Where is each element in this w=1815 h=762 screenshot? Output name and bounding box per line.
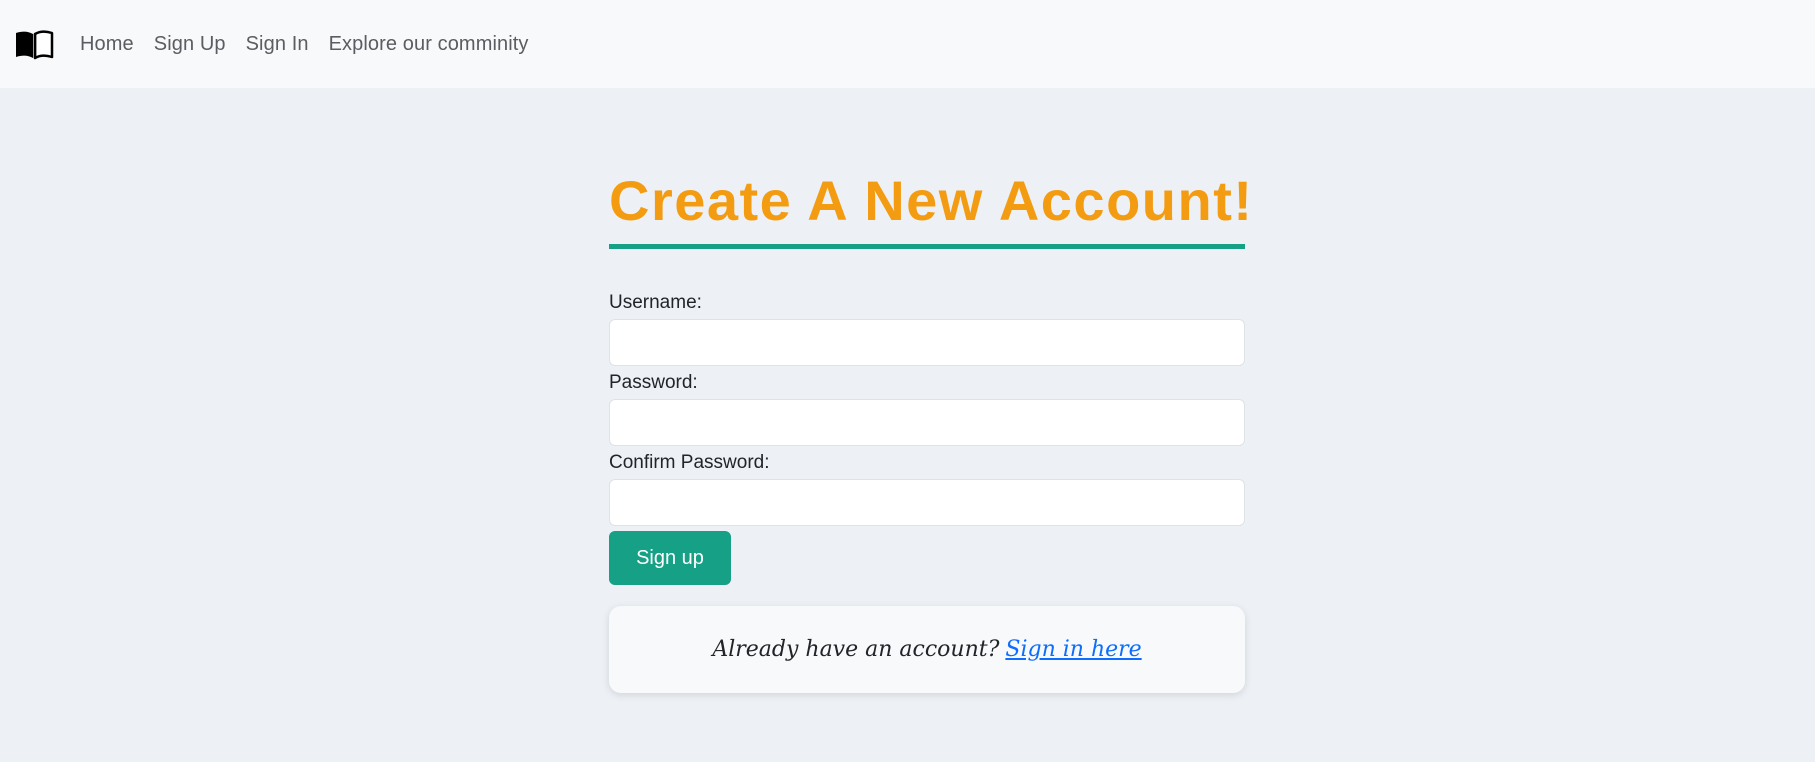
brand-logo-link[interactable] bbox=[14, 24, 54, 64]
top-navbar: Home Sign Up Sign In Explore our commini… bbox=[0, 0, 1815, 88]
signup-container: Create A New Account! Username: Password… bbox=[609, 168, 1252, 693]
nav-signin-link[interactable]: Sign In bbox=[246, 33, 309, 56]
nav-home-link[interactable]: Home bbox=[80, 33, 134, 56]
username-label: Username: bbox=[609, 292, 702, 313]
signin-link[interactable]: Sign in here bbox=[1005, 637, 1141, 662]
password-label: Password: bbox=[609, 372, 698, 393]
page-title: Create A New Account! bbox=[609, 168, 1252, 249]
signup-button[interactable]: Sign up bbox=[609, 531, 731, 585]
book-icon bbox=[16, 30, 54, 60]
confirm-password-label: Confirm Password: bbox=[609, 452, 770, 473]
username-input[interactable] bbox=[609, 319, 1245, 366]
password-input[interactable] bbox=[609, 399, 1245, 446]
signup-form: Username: Password: Confirm Password: Si… bbox=[609, 291, 1245, 585]
signin-prompt-card: Already have an account? Sign in here bbox=[609, 606, 1245, 693]
signin-prompt-text: Already have an account? bbox=[712, 637, 1000, 662]
nav-signup-link[interactable]: Sign Up bbox=[154, 33, 226, 56]
nav-explore-link[interactable]: Explore our comminity bbox=[329, 33, 529, 56]
confirm-password-input[interactable] bbox=[609, 479, 1245, 526]
